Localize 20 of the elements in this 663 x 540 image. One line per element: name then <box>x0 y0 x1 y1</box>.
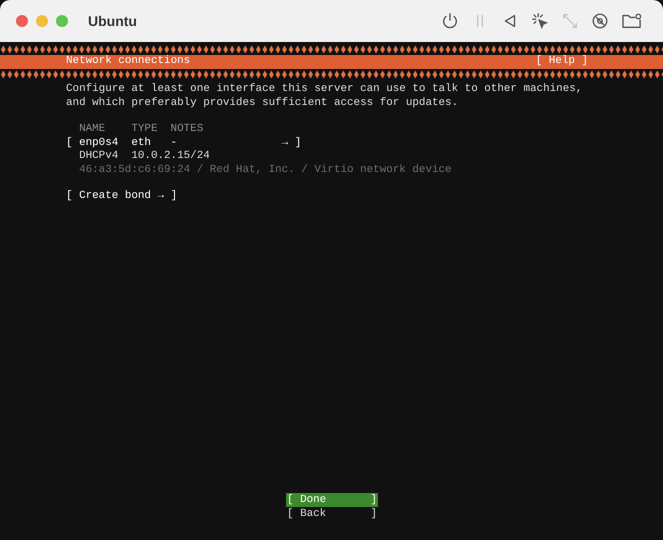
intro-text: and which preferably provides sufficient access for updates. <box>66 96 460 110</box>
disc-icon[interactable] <box>591 12 609 30</box>
close-button[interactable] <box>16 15 28 27</box>
device-info: 46:a3:5d:c6:69:24 / Red Hat, Inc. / Virtio network device <box>79 164 452 177</box>
create-bond-button[interactable]: [ Create bond → ] <box>66 190 178 204</box>
interface-row[interactable]: [ enp0s4 eth - → ] <box>66 136 663 150</box>
cursor-capture-icon[interactable] <box>531 12 549 30</box>
address-method: DHCPv4 <box>79 150 120 164</box>
column-header: NOTES <box>170 123 204 136</box>
help-button[interactable]: [ Help ] <box>536 55 588 69</box>
column-header: TYPE <box>131 123 158 136</box>
shared-folder-icon[interactable] <box>621 12 643 30</box>
menu-button[interactable]: [ Done ] <box>286 493 378 507</box>
menu-button[interactable]: [ Back ] <box>286 507 378 521</box>
window-title: Ubuntu <box>88 12 137 30</box>
intro-text: Configure at least one interface this server can use to talk to other machines, <box>66 83 584 96</box>
header-title: Network connections <box>66 55 190 69</box>
column-header: NAME <box>79 123 106 136</box>
power-icon[interactable] <box>441 12 459 30</box>
address-value: 10.0.2.15/24 <box>131 150 210 164</box>
